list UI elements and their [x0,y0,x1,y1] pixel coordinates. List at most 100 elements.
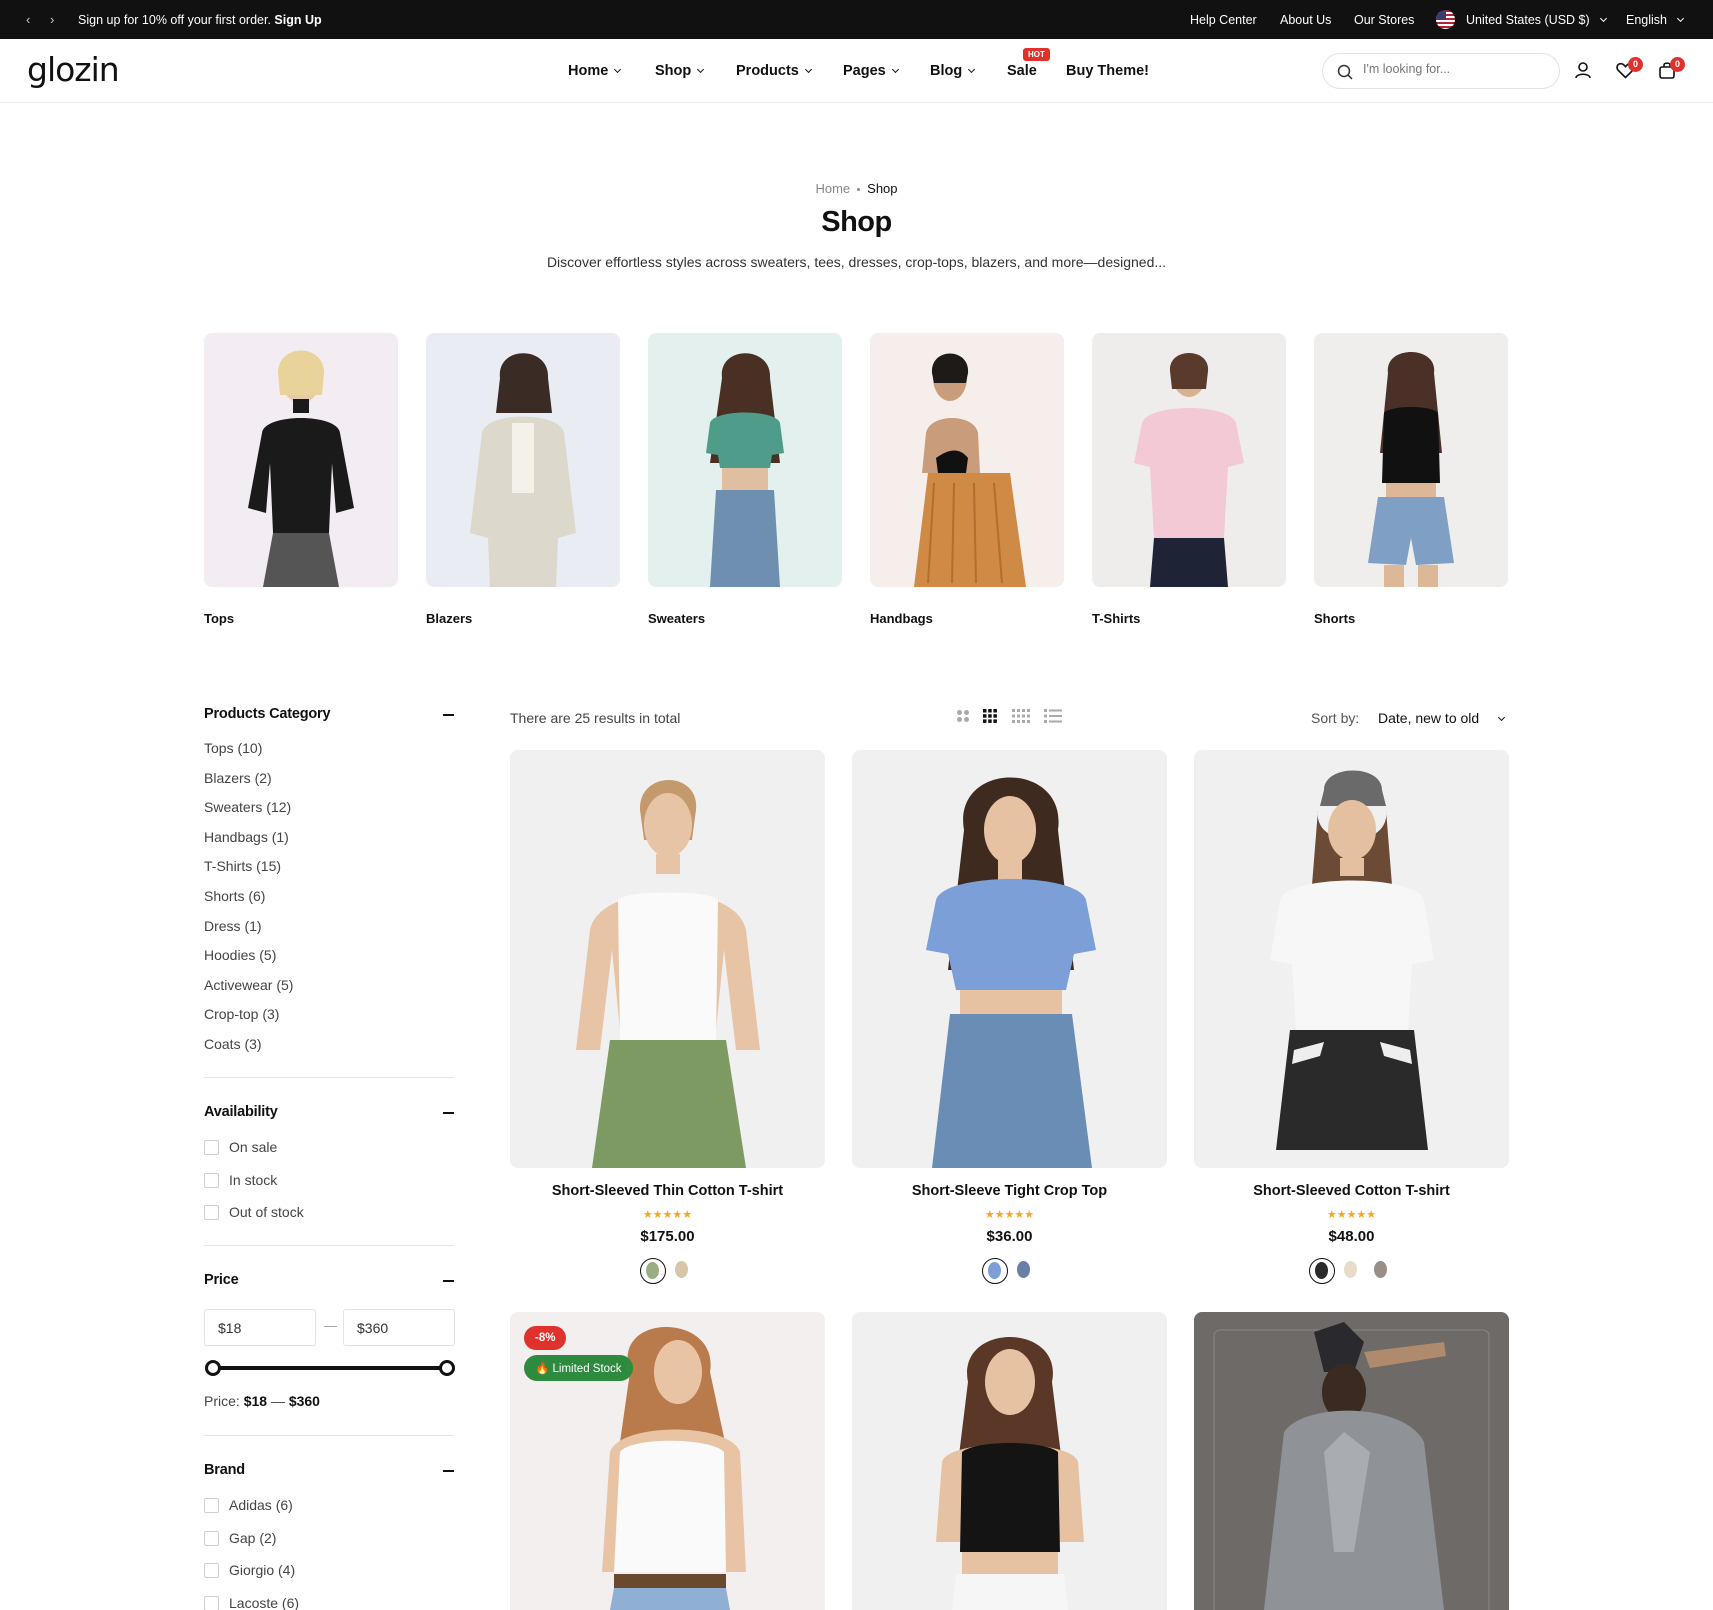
grid-4-icon[interactable] [1012,709,1030,723]
product-card[interactable]: Short-Sleeve Tight Crop Top ★★★★★ $36.00 [852,750,1167,1284]
category-image[interactable] [870,333,1064,587]
collapse-icon[interactable] [443,714,454,716]
product-name[interactable]: Short-Sleeved Cotton T-shirt [1194,1183,1509,1199]
color-swatch[interactable] [1308,1258,1335,1284]
category-filter-item[interactable]: T-Shirts (15) [204,858,281,874]
filter-heading-brand[interactable]: Brand [204,1462,245,1478]
logo[interactable]: glozin [27,50,120,89]
chevron-right-icon[interactable]: › [50,12,54,27]
category-image[interactable] [1092,333,1286,587]
availability-label[interactable]: On sale [229,1139,277,1155]
sign-up-link[interactable]: Sign Up [274,13,321,27]
category-label[interactable]: Handbags [870,611,933,626]
checkbox-brand[interactable] [204,1596,219,1610]
checkbox-on-sale[interactable] [204,1140,219,1155]
category-tile-tops[interactable]: Tops [204,333,398,626]
category-filter-item[interactable]: Dress (1) [204,918,262,934]
product-image[interactable] [510,750,825,1168]
brand-label[interactable]: Gap (2) [229,1530,276,1546]
price-slider-min-handle[interactable] [205,1360,221,1376]
collapse-icon[interactable] [443,1112,454,1114]
availability-label[interactable]: Out of stock [229,1204,304,1220]
category-tile-handbags[interactable]: Handbags [870,333,1064,626]
collapse-icon[interactable] [443,1470,454,1472]
category-filter-item[interactable]: Coats (3) [204,1036,262,1052]
category-tile-t-shirts[interactable]: T-Shirts [1092,333,1286,626]
category-label[interactable]: Blazers [426,611,472,626]
product-card[interactable] [1194,1312,1509,1610]
nav-buy-theme[interactable]: Buy Theme! [1066,63,1149,79]
color-swatch[interactable] [670,1258,696,1284]
category-filter-item[interactable]: Handbags (1) [204,829,289,845]
checkbox-out-of-stock[interactable] [204,1205,219,1220]
nav-pages[interactable]: Pages [843,63,899,79]
nav-shop[interactable]: Shop [655,63,705,79]
product-name[interactable]: Short-Sleeve Tight Crop Top [852,1183,1167,1199]
price-slider-max-handle[interactable] [439,1360,455,1376]
nav-home[interactable]: Home [568,63,622,79]
search-box[interactable] [1322,53,1560,89]
filter-heading-availability[interactable]: Availability [204,1104,278,1120]
chevron-left-icon[interactable]: ‹ [26,12,30,27]
category-filter-item[interactable]: Sweaters (12) [204,799,291,815]
category-filter-item[interactable]: Tops (10) [204,740,262,756]
category-image[interactable] [204,333,398,587]
color-swatch[interactable] [1339,1258,1365,1284]
checkbox-in-stock[interactable] [204,1173,219,1188]
nav-blog[interactable]: Blog [930,63,976,79]
breadcrumb-home[interactable]: Home [815,181,850,196]
help-center-link[interactable]: Help Center [1190,13,1257,27]
category-label[interactable]: T-Shirts [1092,611,1140,626]
checkbox-brand[interactable] [204,1563,219,1578]
search-input[interactable] [1363,62,1543,76]
availability-label[interactable]: In stock [229,1172,277,1188]
grid-2-icon[interactable] [956,709,970,723]
product-card[interactable]: Short-Sleeved Thin Cotton T-shirt ★★★★★ … [510,750,825,1284]
category-label[interactable]: Tops [204,611,234,626]
category-filter-item[interactable]: Activewear (5) [204,977,293,993]
nav-products[interactable]: Products [736,63,812,79]
collapse-icon[interactable] [443,1280,454,1282]
category-filter-item[interactable]: Crop-top (3) [204,1006,279,1022]
color-swatch[interactable] [981,1258,1008,1284]
list-view-icon[interactable] [1044,709,1062,723]
product-card[interactable]: Short-Sleeved Cotton T-shirt ★★★★★ $48.0… [1194,750,1509,1284]
color-swatch[interactable] [639,1258,666,1284]
category-filter-item[interactable]: Shorts (6) [204,888,265,904]
product-name[interactable]: Short-Sleeved Thin Cotton T-shirt [510,1183,825,1199]
language-selector[interactable]: English [1626,13,1685,27]
product-card[interactable] [852,1312,1167,1610]
nav-sale[interactable]: Sale [1007,63,1037,79]
brand-label[interactable]: Lacoste (6) [229,1595,299,1610]
product-image[interactable] [852,750,1167,1168]
product-card[interactable]: -8% 🔥 Limited Stock [510,1312,825,1610]
checkbox-brand[interactable] [204,1498,219,1513]
currency-selector[interactable]: United States (USD $) [1466,13,1608,27]
user-icon[interactable] [1574,61,1592,79]
checkbox-brand[interactable] [204,1531,219,1546]
category-image[interactable] [648,333,842,587]
category-tile-sweaters[interactable]: Sweaters [648,333,842,626]
product-image[interactable] [852,1312,1167,1610]
category-label[interactable]: Sweaters [648,611,705,626]
about-us-link[interactable]: About Us [1280,13,1331,27]
category-filter-item[interactable]: Hoodies (5) [204,947,276,963]
category-label[interactable]: Shorts [1314,611,1355,626]
sort-select[interactable]: Date, new to old [1378,710,1506,726]
price-slider-track[interactable] [212,1366,447,1370]
filter-heading-price[interactable]: Price [204,1272,239,1288]
category-image[interactable] [1314,333,1508,587]
filter-heading-category[interactable]: Products Category [204,706,331,722]
color-swatch[interactable] [1012,1258,1038,1284]
product-image[interactable] [1194,1312,1509,1610]
category-image[interactable] [426,333,620,587]
price-max-input[interactable]: $360 [343,1309,455,1346]
color-swatch[interactable] [1369,1258,1395,1284]
brand-label[interactable]: Adidas (6) [229,1497,293,1513]
price-min-input[interactable]: $18 [204,1309,316,1346]
category-filter-item[interactable]: Blazers (2) [204,770,272,786]
product-image[interactable] [1194,750,1509,1168]
brand-label[interactable]: Giorgio (4) [229,1562,295,1578]
category-tile-shorts[interactable]: Shorts [1314,333,1508,626]
category-tile-blazers[interactable]: Blazers [426,333,620,626]
